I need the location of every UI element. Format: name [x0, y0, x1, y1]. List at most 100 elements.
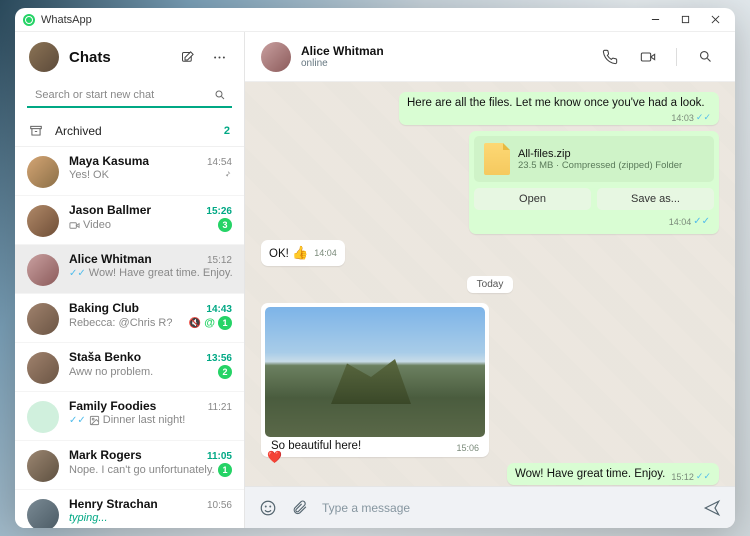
- message-input[interactable]: [322, 501, 689, 515]
- chat-preview: ✓✓Dinner last night!: [69, 414, 185, 426]
- file-meta: 23.5 MB · Compressed (zipped) Folder: [518, 160, 682, 171]
- chat-name: Alice Whitman: [69, 252, 152, 266]
- file-row: All-files.zip 23.5 MB · Compressed (zipp…: [474, 136, 714, 182]
- contact-name: Alice Whitman: [301, 44, 384, 58]
- chat-list: Maya Kasuma 14:54 Yes! OK Jason Ballmer 15:2…: [15, 147, 244, 528]
- chat-preview: Video: [69, 219, 111, 231]
- sidebar-header: Chats: [15, 32, 244, 76]
- chat-name: Mark Rogers: [69, 448, 142, 462]
- chat-avatar: [27, 450, 59, 482]
- file-name: All-files.zip: [518, 148, 682, 160]
- self-avatar[interactable]: [29, 42, 59, 72]
- maximize-button[interactable]: [673, 11, 697, 29]
- sidebar: Chats Archived 2 Maya Kasu: [15, 32, 245, 528]
- chat-item[interactable]: Alice Whitman 15:12✓✓Wow! Have great time…: [15, 245, 244, 294]
- search-bar[interactable]: [27, 84, 232, 108]
- chat-name: Henry Strachan: [69, 497, 158, 511]
- chat-preview: Nope. I can't go unfortunately.: [69, 464, 215, 476]
- send-icon[interactable]: [703, 499, 721, 517]
- chat-avatar: [27, 499, 59, 528]
- read-check-icon: ✓✓: [693, 216, 710, 227]
- archived-count: 2: [224, 125, 230, 137]
- message-out[interactable]: Wow! Have great time. Enjoy. 15:12 ✓✓: [507, 463, 719, 485]
- video-call-icon[interactable]: [634, 43, 662, 71]
- open-file-button[interactable]: Open: [474, 188, 591, 210]
- chat-preview: Rebecca: @Chris R?: [69, 317, 172, 329]
- app-title: WhatsApp: [41, 14, 92, 26]
- chat-preview: Aww no problem.: [69, 366, 153, 378]
- chat-item[interactable]: Jason Ballmer 15:26 Video 3: [15, 196, 244, 245]
- chat-time: 13:56: [206, 353, 232, 364]
- chat-avatar: [27, 156, 59, 188]
- chat-time: 11:05: [207, 451, 232, 462]
- chat-avatar: [27, 352, 59, 384]
- day-chip: Today: [467, 276, 514, 293]
- chat-time: 15:26: [206, 206, 232, 217]
- contact-status: online: [301, 58, 384, 69]
- minimize-button[interactable]: [643, 11, 667, 29]
- mention-icon: @: [204, 317, 215, 329]
- chat-time: 11:21: [208, 402, 232, 413]
- chat-header: Alice Whitman online: [245, 32, 735, 82]
- unread-badge: 2: [218, 365, 232, 379]
- chat-name: Maya Kasuma: [69, 154, 149, 168]
- composer: [245, 486, 735, 528]
- close-button[interactable]: [703, 11, 727, 29]
- read-check-icon: ✓✓: [69, 415, 86, 426]
- chat-avatar: [27, 401, 59, 433]
- chat-time: 10:56: [207, 500, 232, 511]
- read-check-icon: ✓✓: [696, 112, 711, 123]
- search-input[interactable]: [33, 87, 214, 103]
- read-check-icon: ✓✓: [696, 471, 711, 482]
- message-out[interactable]: Here are all the files. Let me know once…: [399, 92, 719, 125]
- thumbs-up-icon: 👍: [292, 245, 308, 260]
- attachment-message[interactable]: All-files.zip 23.5 MB · Compressed (zipp…: [469, 131, 719, 234]
- muted-icon: 🔇: [189, 318, 201, 329]
- pin-icon: [222, 170, 232, 180]
- app-window: WhatsApp Chats: [15, 8, 735, 528]
- chat-name: Family Foodies: [69, 399, 156, 413]
- camera-icon: [69, 220, 80, 231]
- chat-avatar: [27, 254, 59, 286]
- archived-row[interactable]: Archived 2: [15, 116, 244, 147]
- emoji-icon[interactable]: [259, 499, 277, 517]
- attach-icon[interactable]: [291, 499, 308, 516]
- unread-badge: 3: [218, 218, 232, 232]
- compose-icon[interactable]: [176, 46, 198, 68]
- photo-message[interactable]: So beautiful here! 15:06 ❤️: [261, 303, 489, 457]
- save-file-button[interactable]: Save as...: [597, 188, 714, 210]
- archived-label: Archived: [55, 124, 102, 138]
- chat-name: Staša Benko: [69, 350, 141, 364]
- chat-item[interactable]: Henry Strachan 10:56 typing...: [15, 490, 244, 528]
- titlebar: WhatsApp: [15, 8, 735, 32]
- chat-item[interactable]: Maya Kasuma 14:54 Yes! OK: [15, 147, 244, 196]
- image-icon: [89, 415, 100, 426]
- chat-time: 14:43: [206, 304, 232, 315]
- unread-badge: 1: [218, 463, 232, 477]
- chat-name: Baking Club: [69, 301, 139, 315]
- chat-pane: Alice Whitman online Here are all the fi…: [245, 32, 735, 528]
- chat-item[interactable]: Baking Club 14:43 Rebecca: @Chris R? 🔇@1: [15, 294, 244, 343]
- voice-call-icon[interactable]: [596, 43, 624, 71]
- chat-item[interactable]: Staša Benko 13:56 Aww no problem. 2: [15, 343, 244, 392]
- more-icon[interactable]: [208, 46, 230, 68]
- chat-preview: Yes! OK: [69, 169, 109, 181]
- chat-time: 14:54: [207, 157, 232, 168]
- chat-avatar: [27, 303, 59, 335]
- sidebar-title: Chats: [69, 49, 111, 66]
- chat-time: 15:12: [207, 255, 232, 266]
- chat-avatar: [27, 205, 59, 237]
- zip-file-icon: [484, 143, 510, 175]
- contact-avatar[interactable]: [261, 42, 291, 72]
- chat-preview: typing...: [69, 512, 108, 524]
- chat-item[interactable]: Mark Rogers 11:05 Nope. I can't go unfortu…: [15, 441, 244, 490]
- header-search-icon[interactable]: [691, 43, 719, 71]
- search-icon: [214, 89, 226, 101]
- chat-preview: ✓✓Wow! Have great time. Enjoy.: [69, 267, 232, 279]
- heart-reaction-icon[interactable]: ❤️: [267, 450, 282, 464]
- unread-badge: 1: [218, 316, 232, 330]
- chat-item[interactable]: Family Foodies 11:21 ✓✓Dinner last night!: [15, 392, 244, 441]
- photo-thumbnail[interactable]: [265, 307, 485, 437]
- chat-name: Jason Ballmer: [69, 203, 151, 217]
- message-in[interactable]: OK! 👍 14:04: [261, 240, 345, 266]
